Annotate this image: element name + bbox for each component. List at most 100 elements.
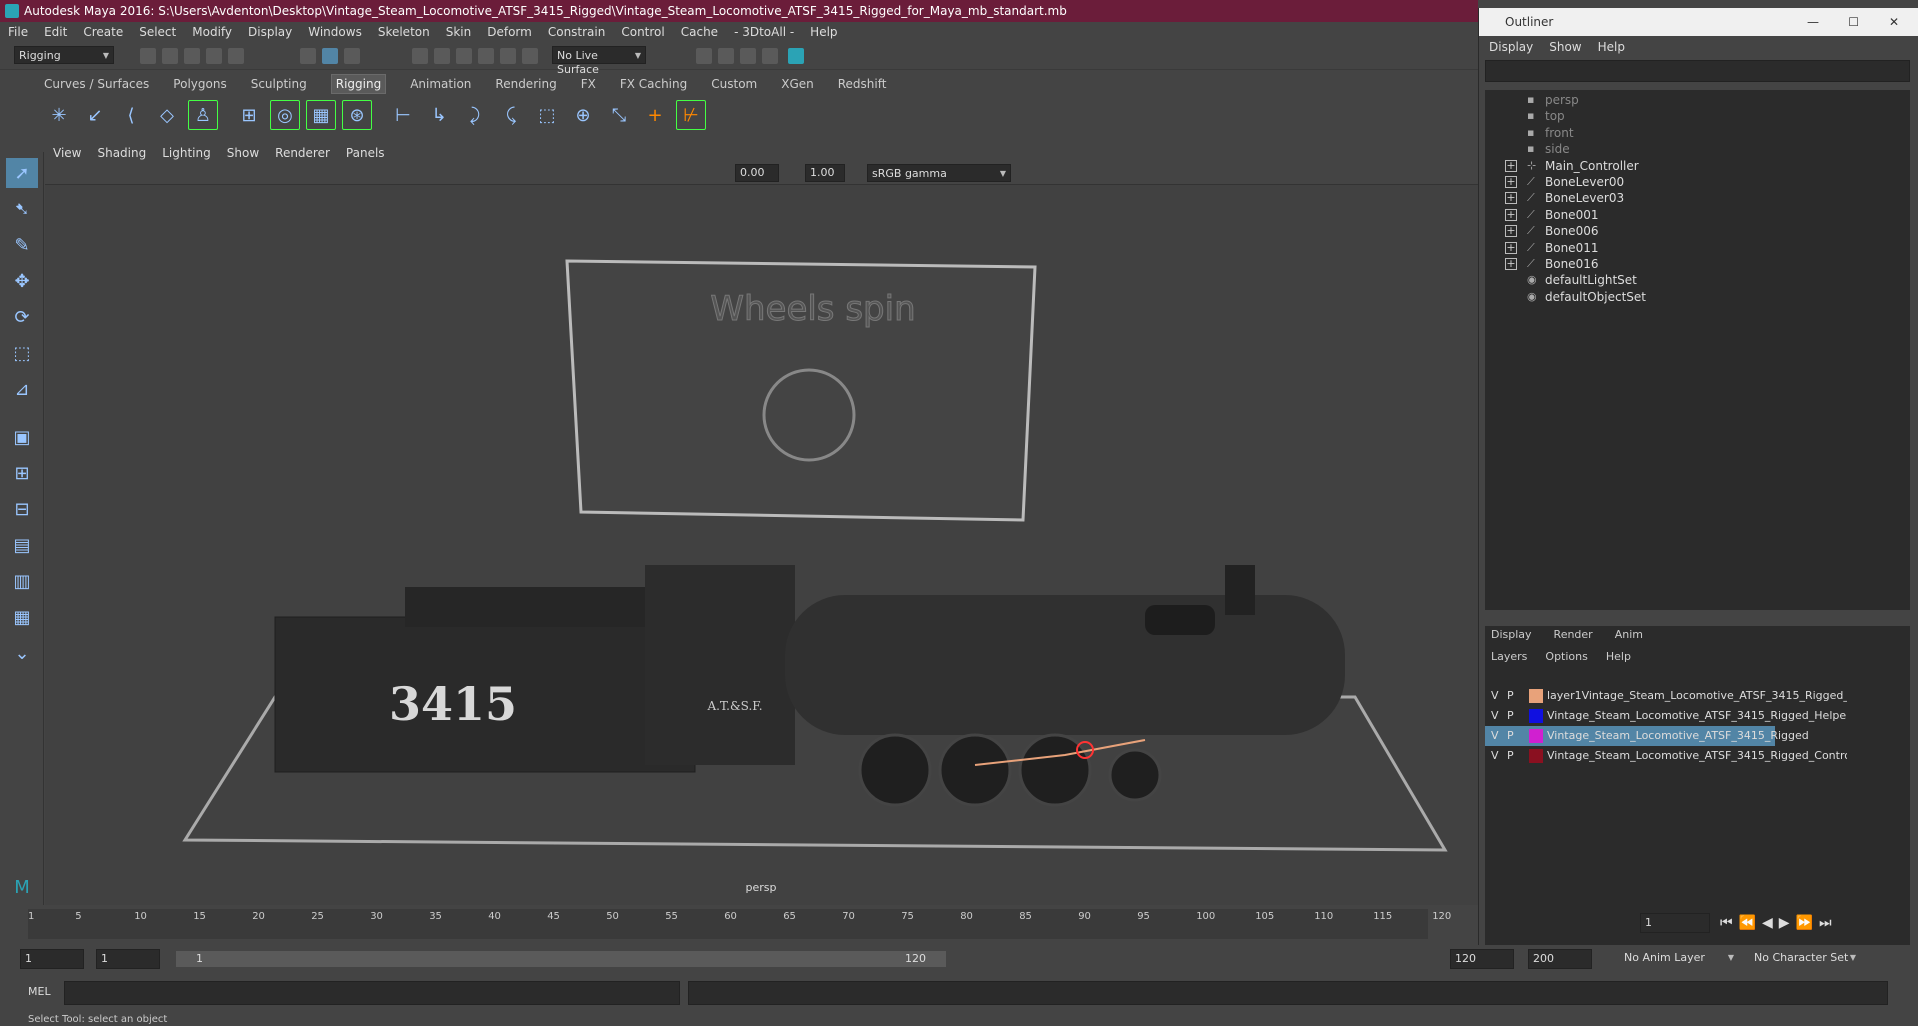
expand-icon[interactable]: + xyxy=(1505,258,1517,270)
layer-tab[interactable]: Anim xyxy=(1615,628,1643,641)
group-icon[interactable]: ⊬ xyxy=(676,100,706,130)
menu-item[interactable]: Create xyxy=(83,25,123,39)
end-frame-field[interactable]: 200 xyxy=(1528,949,1592,969)
manipulator-tool-icon[interactable]: ⊿ xyxy=(6,374,38,404)
rotate-tool-icon[interactable]: ⟳ xyxy=(6,302,38,332)
maximize-icon[interactable]: ☐ xyxy=(1848,8,1859,36)
shelf-tab[interactable]: Curves / Surfaces xyxy=(44,77,149,91)
layer-playback-toggle[interactable]: P xyxy=(1507,726,1514,746)
shelf-tab[interactable]: FX Caching xyxy=(620,77,687,91)
render-settings-icon[interactable] xyxy=(762,48,778,64)
layer-row[interactable]: V Player1Vintage_Steam_Locomotive_ATSF_34… xyxy=(1485,686,1910,706)
outliner-menu-item[interactable]: Help xyxy=(1598,40,1625,54)
range-slider[interactable]: 1 120 xyxy=(176,951,946,967)
expand-icon[interactable]: + xyxy=(1505,241,1517,254)
orient-constraint-icon[interactable]: ⬚ xyxy=(532,100,562,130)
layer-menu-item[interactable]: Options xyxy=(1545,650,1587,663)
orient-joint-icon[interactable]: ⊢ xyxy=(388,100,418,130)
ipr-render-icon[interactable] xyxy=(740,48,756,64)
start-frame-field[interactable]: 1 xyxy=(20,949,84,969)
two-pane-icon[interactable]: ⊟ xyxy=(6,494,38,524)
ik-handle-icon[interactable]: ↙ xyxy=(80,100,110,130)
viewport-menu-item[interactable]: Lighting xyxy=(162,146,211,160)
snap-view-icon[interactable] xyxy=(478,48,494,64)
render-frame-icon[interactable] xyxy=(718,48,734,64)
menu-item[interactable]: Constrain xyxy=(548,25,606,39)
viewport-canvas[interactable]: Wheels spin 3415 A.T.&S.F. persp xyxy=(45,185,1478,905)
menu-item[interactable]: Control xyxy=(621,25,664,39)
outliner-search-field[interactable] xyxy=(1485,60,1910,82)
outliner-layout-icon[interactable]: ▤ xyxy=(6,530,38,560)
graph-layout-icon[interactable]: ▥ xyxy=(6,566,38,596)
bind-skin-icon[interactable]: ⊞ xyxy=(234,100,264,130)
character-set-dropdown[interactable]: No Character Set xyxy=(1750,949,1860,969)
menu-item[interactable]: Skeleton xyxy=(378,25,430,39)
expand-icon[interactable]: + xyxy=(1505,225,1517,238)
layer-playback-toggle[interactable]: P xyxy=(1507,686,1514,706)
new-scene-icon[interactable] xyxy=(140,48,156,64)
outliner-menu-item[interactable]: Display xyxy=(1489,40,1533,54)
shelf-tab[interactable]: Animation xyxy=(410,77,471,91)
layer-menu-item[interactable]: Layers xyxy=(1491,650,1527,663)
menu-item[interactable]: Windows xyxy=(308,25,362,39)
joint-tool-icon[interactable]: ✳ xyxy=(44,100,74,130)
four-pane-icon[interactable]: ⊞ xyxy=(6,458,38,488)
layer-visibility-toggle[interactable]: V xyxy=(1491,726,1499,746)
gamma-field[interactable]: 1.00 xyxy=(805,164,845,182)
shelf-tab[interactable]: Sculpting xyxy=(251,77,307,91)
menu-item[interactable]: Help xyxy=(810,25,837,39)
layer-row[interactable]: V P Vintage_Steam_Locomotive_ATSF_3415_Rig… xyxy=(1485,726,1809,746)
exposure-field[interactable]: 0.00 xyxy=(735,164,779,182)
cluster-icon[interactable]: ⊛ xyxy=(342,100,372,130)
layout-menu-icon[interactable]: ⌄ xyxy=(6,638,38,668)
snap-surface-icon[interactable] xyxy=(500,48,516,64)
anim-layer-dropdown[interactable]: No Anim Layer xyxy=(1620,949,1738,969)
playback-controls[interactable]: ⏮⏪◀▶⏩⏭ xyxy=(1720,915,1838,931)
layer-visibility-toggle[interactable]: V xyxy=(1491,686,1499,706)
paint-select-icon[interactable]: ✎ xyxy=(6,230,38,260)
lattice-icon[interactable]: ▦ xyxy=(306,100,336,130)
scale-constraint-icon[interactable]: ⊕ xyxy=(568,100,598,130)
humanik-icon[interactable]: ♙ xyxy=(188,100,218,130)
playback-end-field[interactable]: 120 xyxy=(1450,949,1514,969)
locator-icon[interactable]: + xyxy=(640,100,670,130)
select-tool-icon[interactable]: ➚ xyxy=(6,158,38,188)
snap-curve-icon[interactable] xyxy=(434,48,450,64)
close-icon[interactable]: ✕ xyxy=(1889,8,1899,36)
select-component-icon[interactable] xyxy=(344,48,360,64)
viewport-menu-item[interactable]: Shading xyxy=(97,146,146,160)
viewport-menu-item[interactable]: Show xyxy=(227,146,259,160)
shelf-tab[interactable]: Redshift xyxy=(838,77,887,91)
snap-grid-icon[interactable] xyxy=(412,48,428,64)
single-pane-icon[interactable]: ▣ xyxy=(6,422,38,452)
open-scene-icon[interactable] xyxy=(162,48,178,64)
aim-constraint-icon[interactable]: ⤹ xyxy=(496,100,526,130)
select-hierarchy-icon[interactable] xyxy=(300,48,316,64)
undo-icon[interactable] xyxy=(206,48,222,64)
menu-item[interactable]: - 3DtoAll - xyxy=(734,25,794,39)
time-slider[interactable]: 1 5 10 15 20 25 30 35 40 45 50 55 60 65 70 75 80 85 90 95 10… xyxy=(0,905,1832,945)
layer-color-swatch[interactable] xyxy=(1529,729,1543,743)
snap-point-icon[interactable] xyxy=(456,48,472,64)
hypershade-layout-icon[interactable]: ▦ xyxy=(6,602,38,632)
mel-label[interactable]: MEL xyxy=(28,985,51,998)
select-object-icon[interactable] xyxy=(322,48,338,64)
point-constraint-icon[interactable]: ⤸ xyxy=(460,100,490,130)
menu-item[interactable]: Display xyxy=(248,25,292,39)
shelf-tab[interactable]: FX xyxy=(581,77,596,91)
menu-item[interactable]: Modify xyxy=(192,25,232,39)
scale-tool-icon[interactable]: ⬚ xyxy=(6,338,38,368)
viewport-menu-item[interactable]: Panels xyxy=(346,146,385,160)
outliner-menu-item[interactable]: Show xyxy=(1549,40,1581,54)
expand-icon[interactable]: + xyxy=(1505,159,1517,172)
layer-color-swatch[interactable] xyxy=(1529,709,1543,723)
redo-icon[interactable] xyxy=(228,48,244,64)
viewport-menu-item[interactable]: View xyxy=(53,146,81,160)
menuset-dropdown[interactable]: Rigging xyxy=(14,46,114,64)
expand-icon[interactable]: + xyxy=(1505,176,1517,188)
menu-item[interactable]: Skin xyxy=(446,25,472,39)
expand-icon[interactable]: + xyxy=(1505,192,1517,205)
minimize-icon[interactable]: — xyxy=(1807,8,1819,36)
layer-tab[interactable]: Render xyxy=(1554,628,1593,641)
shelf-tab[interactable]: Custom xyxy=(711,77,757,91)
